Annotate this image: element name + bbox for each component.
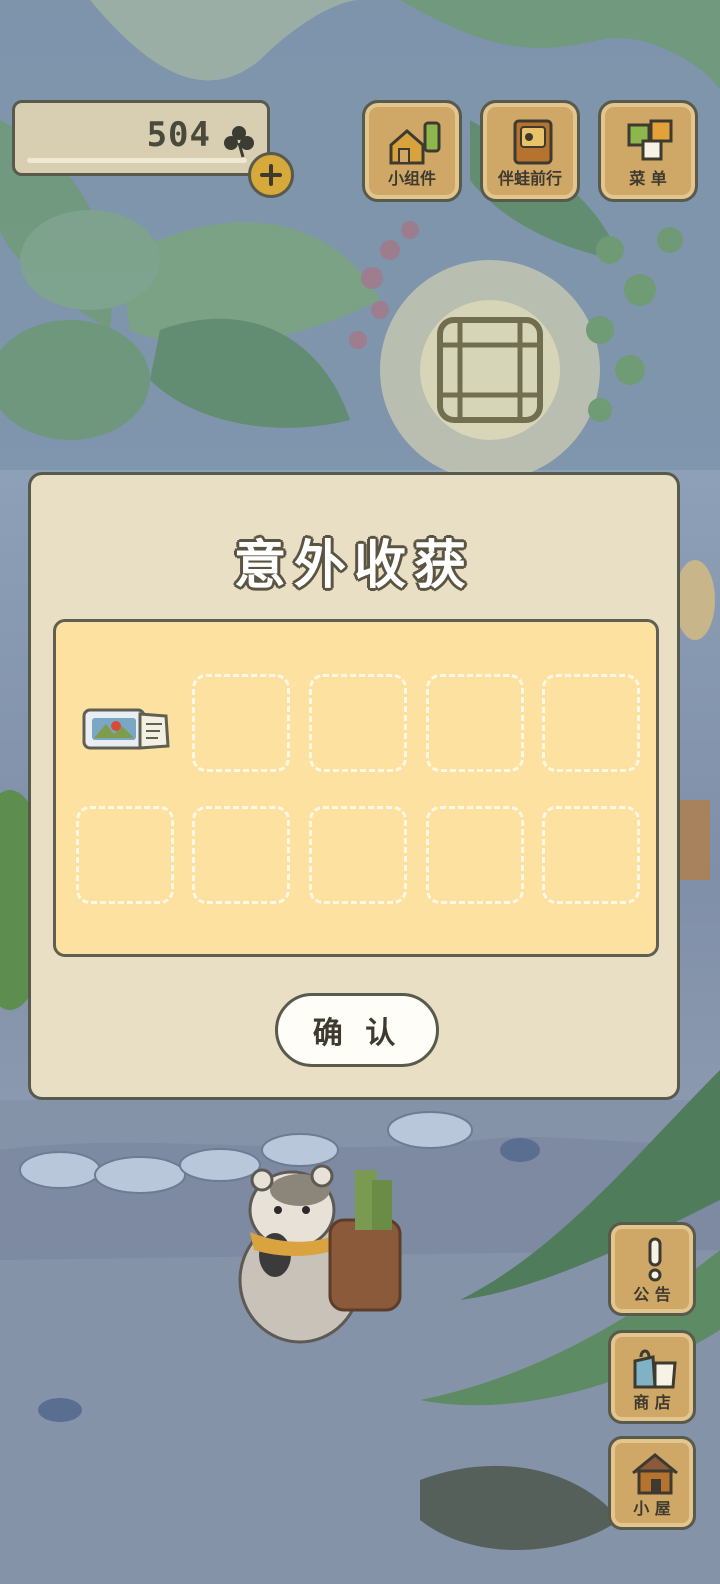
reward-slot-empty — [426, 674, 524, 772]
ticket-icon — [82, 708, 170, 750]
exclamation-icon — [648, 1237, 662, 1282]
announcement-button[interactable]: 公 告 — [608, 1222, 696, 1316]
announcement-label: 公 告 — [633, 1285, 671, 1304]
widget-icon — [389, 121, 441, 165]
shop-bags-icon — [633, 1349, 677, 1389]
reward-slot-empty — [542, 806, 640, 904]
reward-items-panel — [53, 619, 659, 957]
house-label: 小 屋 — [633, 1499, 671, 1518]
menu-label: 菜 单 — [629, 169, 667, 188]
reward-slot-empty — [542, 674, 640, 772]
menu-button[interactable]: 菜 单 — [598, 100, 698, 202]
reward-slot-empty — [192, 806, 290, 904]
house-button[interactable]: 小 屋 — [608, 1436, 696, 1530]
confirm-button[interactable]: 确 认 — [275, 993, 439, 1067]
plus-icon — [260, 164, 282, 186]
widget-button[interactable]: 小组件 — [362, 100, 462, 202]
reward-slot-empty — [426, 806, 524, 904]
shop-button[interactable]: 商 店 — [608, 1330, 696, 1424]
journey-label: 伴蛙前行 — [497, 169, 562, 188]
shop-label: 商 店 — [633, 1393, 671, 1412]
reward-dialog: 意外收获 确 认 — [28, 472, 680, 1100]
clover-icon — [224, 126, 254, 158]
dialog-title: 意外收获 — [233, 536, 474, 596]
clover-count: 504 — [146, 115, 211, 155]
house-icon — [632, 1453, 678, 1495]
journal-icon — [513, 119, 553, 165]
currency-bar — [27, 158, 247, 163]
reward-slot-empty — [76, 806, 174, 904]
widget-label: 小组件 — [387, 169, 436, 188]
add-clover-button[interactable] — [248, 152, 294, 198]
reward-slot-empty — [309, 674, 407, 772]
reward-slot-empty — [309, 806, 407, 904]
journey-button[interactable]: 伴蛙前行 — [480, 100, 580, 202]
reward-item-ticket[interactable] — [82, 704, 172, 758]
currency-display: 504 — [12, 100, 270, 176]
reward-slot-empty — [192, 674, 290, 772]
menu-icon — [627, 119, 673, 161]
